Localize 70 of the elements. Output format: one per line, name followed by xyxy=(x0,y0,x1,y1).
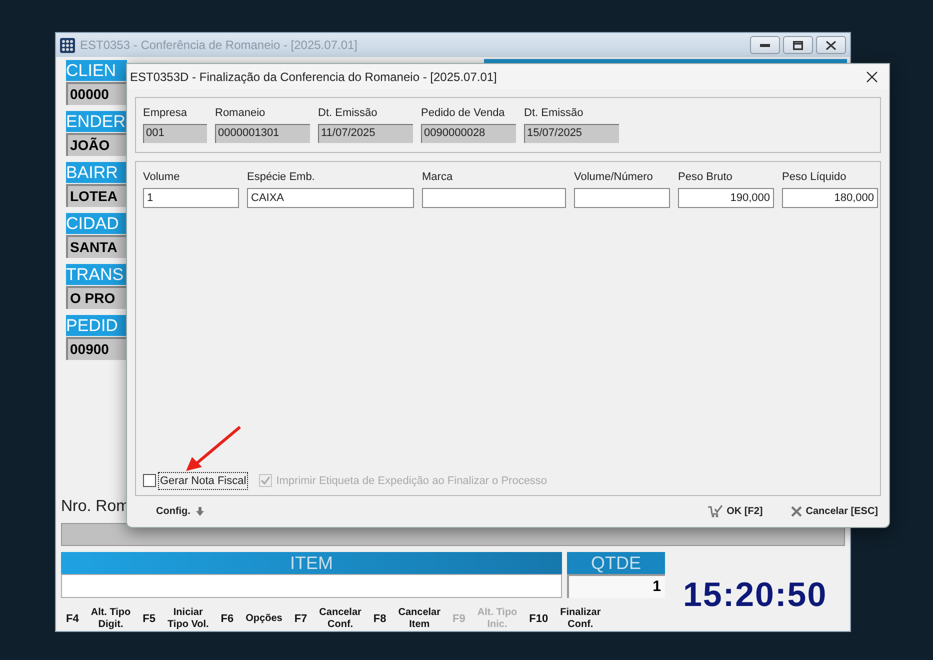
function-key-button[interactable]: Finalizar Conf. xyxy=(560,607,601,631)
function-key-label: F4 xyxy=(66,612,79,627)
field-label: Volume/Número xyxy=(574,170,653,185)
readonly-field: 001 xyxy=(143,124,207,142)
input-field[interactable]: 190,000 xyxy=(678,188,774,208)
field-label: Pedido de Venda xyxy=(421,106,505,121)
field-label: Romaneio xyxy=(215,106,266,121)
clock: 15:20:50 xyxy=(683,577,828,613)
minimize-button[interactable] xyxy=(750,36,780,54)
function-key-label: F8 xyxy=(373,612,386,627)
close-button[interactable] xyxy=(816,36,846,54)
function-key-label: F9 xyxy=(452,612,466,627)
field-value: 00900 xyxy=(66,337,127,360)
checkbox[interactable] xyxy=(143,474,156,488)
minimize-icon xyxy=(760,44,770,46)
field-label: Dt. Emissão xyxy=(318,106,378,121)
maximize-button[interactable] xyxy=(783,36,813,54)
field-value: JOÃO xyxy=(66,133,127,156)
function-key-button[interactable]: Iniciar Tipo Vol. xyxy=(168,607,209,631)
field-label: Volume xyxy=(143,170,180,185)
input-field[interactable]: 1 xyxy=(143,188,239,208)
field-label: Empresa xyxy=(143,106,188,121)
section-header: ITEM xyxy=(61,552,562,574)
checkbox-label[interactable]: Gerar Nota Fiscal xyxy=(159,472,248,489)
readonly-field: 0090000028 xyxy=(421,124,516,142)
field-value: LOTEA xyxy=(66,184,127,207)
input-field[interactable] xyxy=(422,188,566,208)
function-key-button[interactable]: Opções xyxy=(246,613,282,625)
readonly-field: 0000001301 xyxy=(215,124,310,142)
window-title: EST0353 - Conferência de Romaneio - [2025.07.01] xyxy=(80,37,359,54)
function-key-label: F7 xyxy=(294,612,308,627)
field-label: Marca xyxy=(422,170,453,185)
field-label: PEDID xyxy=(66,315,118,336)
ok-button[interactable]: OK [F2] xyxy=(706,504,763,519)
readonly-field: 15/07/2025 xyxy=(524,124,619,142)
input-field[interactable]: CAIXA xyxy=(247,188,414,208)
close-icon xyxy=(826,40,836,50)
field-label: TRANS xyxy=(66,264,124,285)
field-label: Espécie Emb. xyxy=(247,170,315,185)
function-key-label: F5 xyxy=(142,612,156,627)
function-key-button[interactable]: Cancelar Item xyxy=(398,607,441,631)
field-label: Peso Bruto xyxy=(678,170,732,185)
function-key-button[interactable]: Cancelar Conf. xyxy=(319,607,362,631)
field-label: CIDAD xyxy=(66,213,119,234)
field-value: 00000 xyxy=(66,82,127,105)
close-icon xyxy=(866,70,878,82)
function-key-label: F6 xyxy=(220,612,234,627)
function-key-label: F10 xyxy=(529,612,548,627)
field-label: BAIRR xyxy=(66,162,118,183)
field-label: Peso Líquido xyxy=(782,170,846,185)
item-field[interactable] xyxy=(61,574,562,598)
cancel-button[interactable]: Cancelar [ESC] xyxy=(790,504,878,519)
dialog-title: EST0353D - Finalização da Conferencia do Romaneio - [2025.07.01] xyxy=(130,68,498,86)
input-field[interactable]: 180,000 xyxy=(782,188,878,208)
field-label: Dt. Emissão xyxy=(524,106,584,121)
field-value: SANTA xyxy=(66,235,127,258)
section-header: QTDE xyxy=(567,552,665,574)
quantity-field: 1 xyxy=(567,574,665,598)
close-icon xyxy=(790,506,802,517)
down-arrow-icon xyxy=(196,507,204,516)
config-button[interactable]: Config. xyxy=(156,504,204,519)
maximize-icon xyxy=(793,40,803,50)
cart-check-icon xyxy=(706,505,723,518)
function-key-button[interactable]: Alt. Tipo Digit. xyxy=(90,607,131,631)
input-field[interactable] xyxy=(574,188,670,208)
readonly-field: 11/07/2025 xyxy=(318,124,413,142)
app-icon xyxy=(60,38,75,52)
field-label: ENDER xyxy=(66,111,126,132)
field-value: O PRO xyxy=(66,286,127,309)
field-label: CLIEN xyxy=(66,60,116,81)
